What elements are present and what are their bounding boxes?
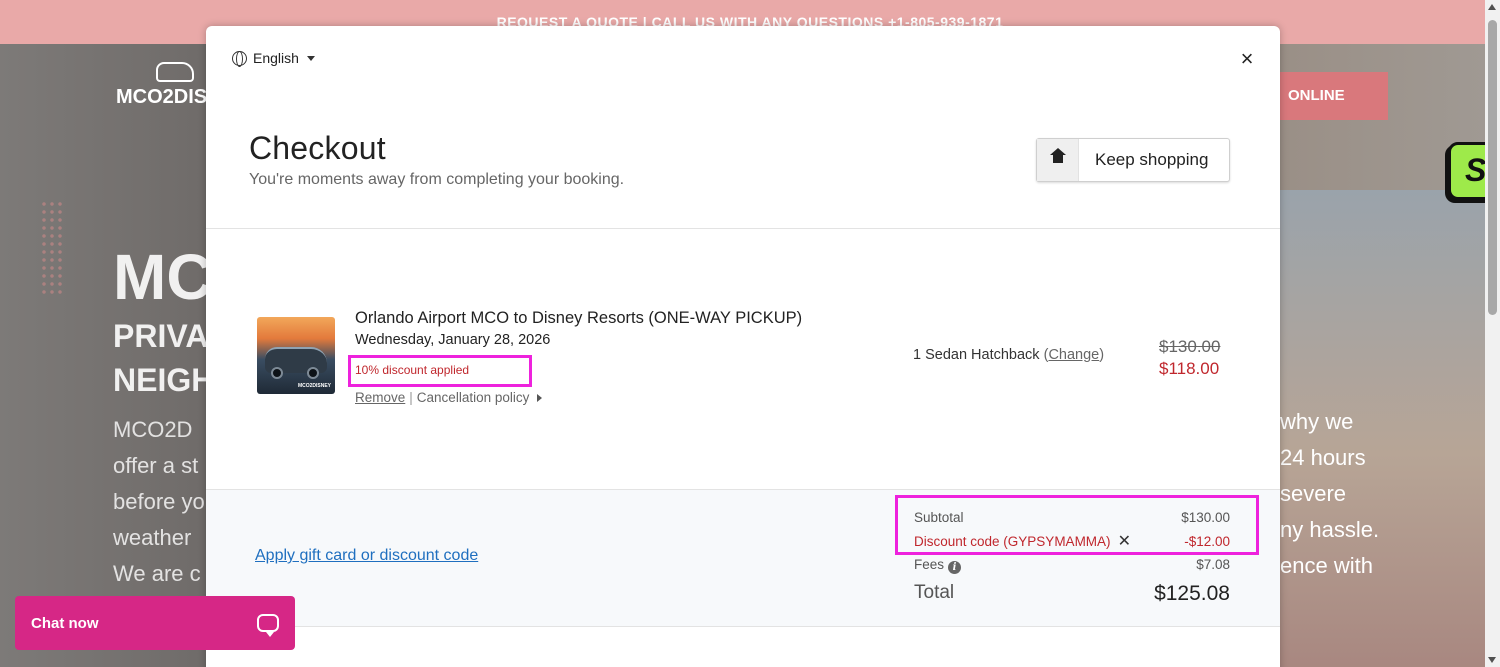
subtotal-row: Subtotal $130.00: [914, 510, 1230, 525]
close-button[interactable]: ×: [1236, 48, 1258, 70]
paren-close: ): [1099, 347, 1105, 363]
right-paragraph-line: ence with: [1280, 553, 1373, 578]
vehicle-label: 1 Sedan Hatchback: [913, 347, 1040, 363]
discounted-price: $118.00: [1159, 359, 1220, 378]
right-paragraph: why we 24 hours severe ny hassle. ence w…: [1280, 404, 1379, 584]
chevron-right-icon[interactable]: [537, 393, 543, 402]
change-vehicle-link[interactable]: Change: [1048, 347, 1099, 363]
checkout-modal: English × Checkout You're moments away f…: [206, 26, 1280, 667]
scroll-down-arrow-icon[interactable]: [1488, 657, 1496, 663]
total-row: Total $125.08: [914, 582, 1230, 606]
page-title: Checkout: [249, 130, 386, 166]
chat-now-button[interactable]: Chat now: [15, 596, 295, 650]
product-image: MCO2DISNEY: [257, 317, 335, 394]
globe-icon: [232, 50, 247, 67]
vehicle-selection: 1 Sedan Hatchback (Change): [913, 347, 1104, 363]
page-subtitle: You're moments away from completing your…: [249, 171, 625, 188]
scroll-thumb[interactable]: [1488, 20, 1497, 315]
language-selector[interactable]: English: [232, 50, 315, 67]
page-scrollbar[interactable]: [1485, 0, 1500, 667]
home-icon: [1049, 148, 1066, 166]
product-date: Wednesday, January 28, 2026: [355, 332, 551, 348]
image-watermark: MCO2DISNEY: [297, 383, 331, 389]
book-online-button: ONLINE: [1276, 72, 1388, 120]
right-paragraph-line: ny hassle.: [1280, 517, 1380, 542]
separator: |: [409, 390, 413, 405]
remove-link[interactable]: Remove: [355, 390, 405, 405]
decorative-dots: [40, 200, 64, 296]
wheel-shape: [307, 367, 319, 379]
fees-label: Fees: [914, 557, 945, 572]
language-label: English: [253, 50, 299, 66]
keep-shopping-label: Keep shopping: [1095, 150, 1209, 169]
original-price: $130.00: [1159, 337, 1221, 356]
right-paragraph-line: why we: [1280, 409, 1354, 434]
discount-applied-note: 10% discount applied: [355, 363, 470, 377]
site-logo-text: MCO2DIS: [116, 86, 208, 108]
subtotal-value: $130.00: [1181, 510, 1230, 525]
subtotal-label: Subtotal: [914, 510, 964, 525]
item-actions: Remove | Cancellation policy: [355, 390, 543, 405]
discount-label-group: Discount code (GYPSYMAMMA) ✕: [914, 533, 1131, 549]
apply-gift-card-link[interactable]: Apply gift card or discount code: [255, 547, 478, 565]
discount-code-label: Discount code (GYPSYMAMMA): [914, 534, 1111, 549]
right-paragraph-line: 24 hours: [1280, 445, 1366, 470]
site-logo: MCO2DIS: [116, 62, 207, 109]
wheel-shape: [271, 367, 283, 379]
fees-row: Fees i $7.08: [914, 557, 1230, 574]
car-logo-icon: [156, 62, 194, 82]
fees-label-group: Fees i: [914, 557, 962, 574]
fees-value: $7.08: [1196, 557, 1230, 572]
total-label: Total: [914, 582, 955, 603]
home-icon-box: [1037, 139, 1079, 181]
product-title: Orlando Airport MCO to Disney Resorts (O…: [355, 309, 803, 327]
info-icon[interactable]: i: [948, 561, 962, 574]
divider: [206, 228, 1280, 229]
total-value: $125.08: [1154, 582, 1230, 605]
right-paragraph-line: severe: [1280, 481, 1347, 506]
chat-label: Chat now: [31, 614, 99, 632]
scroll-up-arrow-icon[interactable]: [1488, 4, 1496, 10]
chat-bubble-icon: [257, 614, 279, 637]
discount-row: Discount code (GYPSYMAMMA) ✕ -$12.00: [914, 533, 1230, 549]
discount-value: -$12.00: [1184, 534, 1230, 549]
cancellation-policy-link[interactable]: Cancellation policy: [417, 390, 530, 405]
keep-shopping-button[interactable]: Keep shopping: [1036, 138, 1230, 182]
chevron-down-icon: [306, 55, 315, 61]
remove-discount-icon[interactable]: ✕: [1118, 533, 1131, 549]
